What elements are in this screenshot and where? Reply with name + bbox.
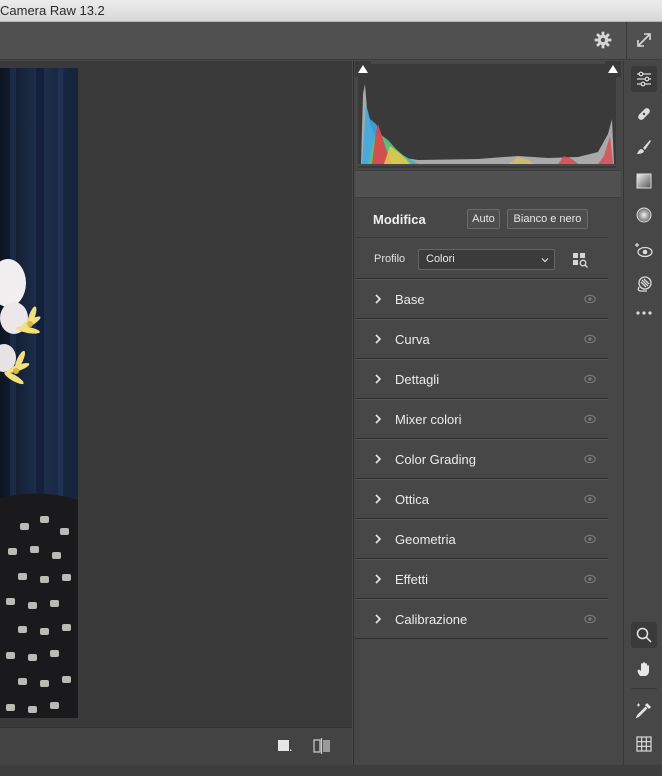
canvas-bottom-bar: [0, 727, 352, 765]
redeye-icon[interactable]: [631, 237, 657, 263]
chevron-right-icon: [375, 334, 382, 344]
toolbar-divider: [626, 22, 627, 60]
eye-icon[interactable]: [584, 294, 596, 304]
chevron-right-icon: [375, 294, 382, 304]
section-curve[interactable]: Curva: [355, 319, 608, 359]
fullscreen-icon[interactable]: [634, 30, 654, 50]
section-label: Effetti: [395, 572, 429, 587]
section-geometry[interactable]: Geometria: [355, 519, 608, 559]
status-bar: [0, 765, 662, 776]
section-label: Dettagli: [395, 372, 440, 387]
eye-icon[interactable]: [584, 494, 596, 504]
window-title: Camera Raw 13.2: [0, 3, 105, 18]
photo-preview: [0, 68, 78, 718]
eye-icon[interactable]: [584, 574, 596, 584]
profile-value: Colori: [426, 253, 455, 265]
eye-icon[interactable]: [584, 334, 596, 344]
section-label: Color Grading: [395, 452, 476, 467]
auto-button[interactable]: Auto: [467, 209, 500, 229]
presets-icon[interactable]: [631, 271, 657, 297]
radial-filter-icon[interactable]: [631, 202, 657, 228]
section-details[interactable]: Dettagli: [355, 359, 608, 399]
section-label: Mixer colori: [395, 412, 462, 427]
histogram-info-bar: [355, 170, 621, 198]
before-after-icon[interactable]: [313, 738, 331, 754]
black-white-button[interactable]: Bianco e nero: [507, 209, 588, 229]
color-sampler-icon[interactable]: [631, 697, 657, 723]
section-base[interactable]: Base: [355, 279, 608, 319]
section-label: Geometria: [395, 532, 456, 547]
histogram: [358, 64, 616, 168]
hand-icon[interactable]: [631, 656, 657, 682]
profile-browser-icon[interactable]: [571, 251, 589, 269]
section-optics[interactable]: Ottica: [355, 479, 608, 519]
edit-title: Modifica: [373, 212, 426, 227]
chevron-right-icon: [375, 414, 382, 424]
section-label: Curva: [395, 332, 430, 347]
edit-sliders-icon[interactable]: [631, 66, 657, 92]
chevron-right-icon: [375, 374, 382, 384]
eye-icon[interactable]: [584, 534, 596, 544]
chevron-down-icon: [541, 258, 549, 263]
eye-icon[interactable]: [584, 614, 596, 624]
chevron-right-icon: [375, 454, 382, 464]
brush-icon[interactable]: [631, 134, 657, 160]
gear-icon[interactable]: [593, 30, 613, 50]
chevron-right-icon: [375, 494, 382, 504]
shadow-clipping-icon[interactable]: [355, 61, 371, 77]
highlight-clipping-icon[interactable]: [605, 61, 621, 77]
section-label: Ottica: [395, 492, 429, 507]
more-icon[interactable]: [631, 300, 657, 326]
grid-icon[interactable]: [631, 731, 657, 757]
profile-select[interactable]: Colori: [418, 249, 555, 270]
section-calibration[interactable]: Calibrazione: [355, 599, 608, 639]
eye-icon[interactable]: [584, 454, 596, 464]
eye-icon[interactable]: [584, 414, 596, 424]
section-color-grading[interactable]: Color Grading: [355, 439, 608, 479]
window-titlebar: Camera Raw 13.2: [0, 0, 662, 22]
section-label: Base: [395, 292, 425, 307]
healing-icon[interactable]: [631, 101, 657, 127]
section-effects[interactable]: Effetti: [355, 559, 608, 599]
section-label: Calibrazione: [395, 612, 468, 627]
view-mode-icon[interactable]: [277, 738, 293, 754]
profile-label: Profilo: [374, 253, 406, 265]
gradient-icon[interactable]: [631, 168, 657, 194]
top-toolbar: [0, 22, 662, 60]
rail-divider: [631, 688, 657, 689]
section-color-mixer[interactable]: Mixer colori: [355, 399, 608, 439]
chevron-right-icon: [375, 574, 382, 584]
zoom-icon[interactable]: [631, 622, 657, 648]
chevron-right-icon: [375, 614, 382, 624]
eye-icon[interactable]: [584, 374, 596, 384]
chevron-right-icon: [375, 534, 382, 544]
